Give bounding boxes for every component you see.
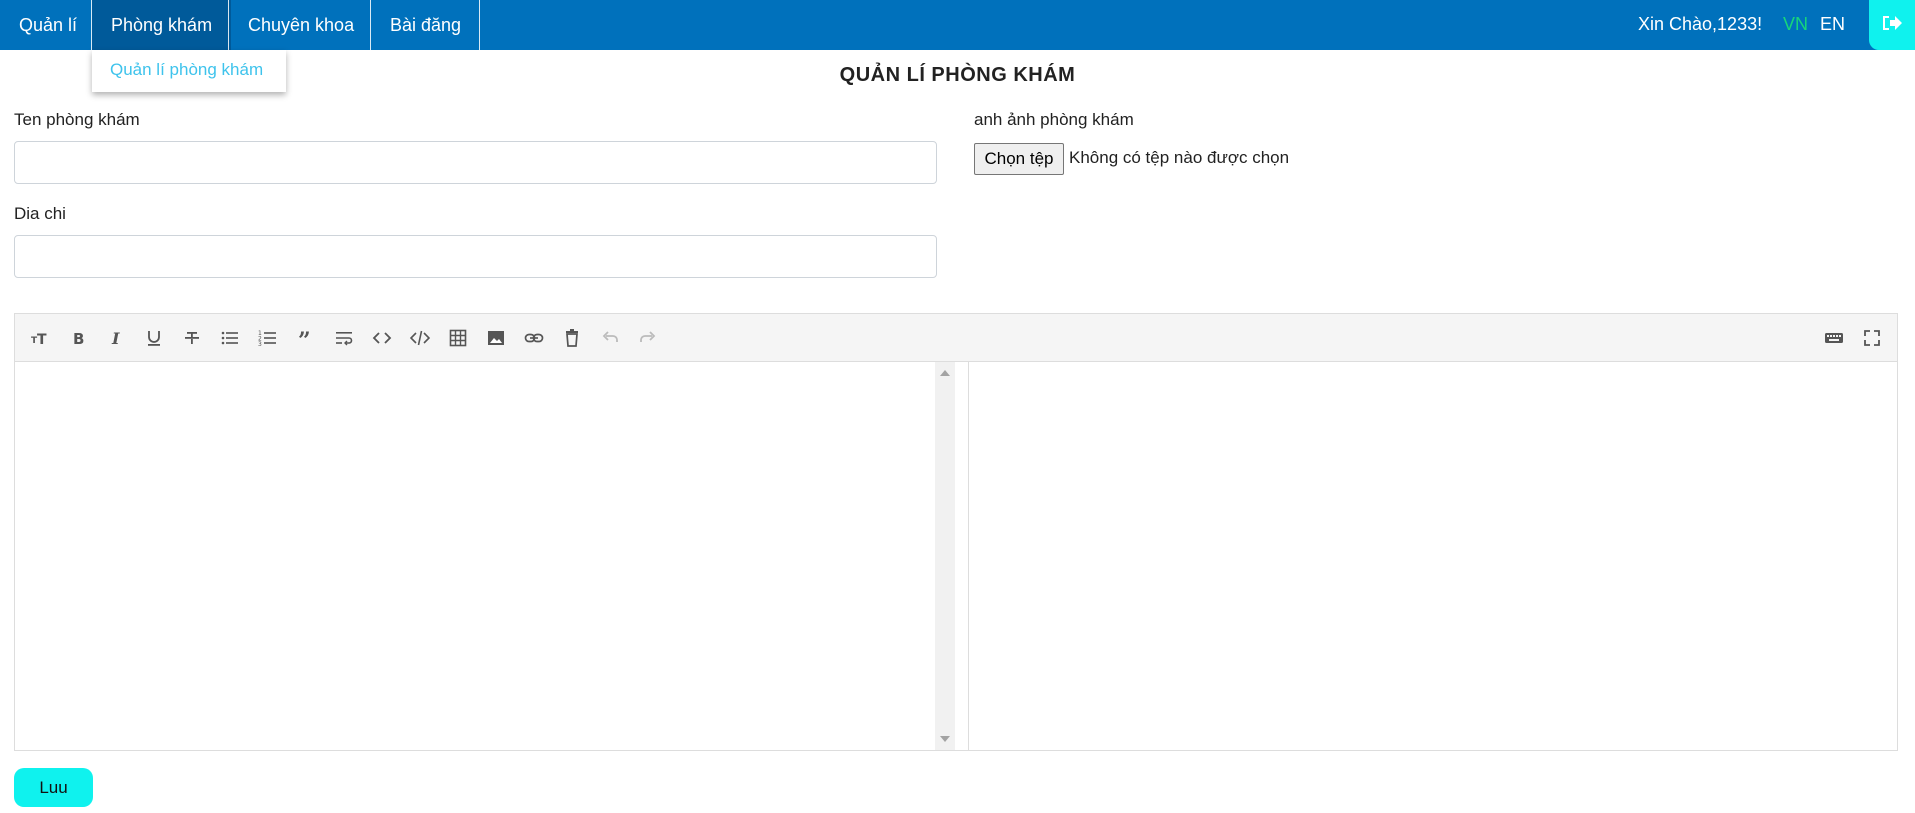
greeting-text: Xin Chào,1233!: [1638, 14, 1763, 34]
quote-icon[interactable]: ”: [295, 327, 317, 349]
ordered-list-icon[interactable]: 123: [257, 327, 279, 349]
address-label: Dia chi: [14, 204, 66, 223]
inline-code-icon[interactable]: [371, 327, 393, 349]
svg-text:”: ”: [298, 328, 311, 348]
clinic-name-input[interactable]: [14, 141, 937, 184]
bold-icon[interactable]: B: [67, 327, 89, 349]
clinic-name-label: Ten phòng khám: [14, 110, 140, 129]
scroll-up-icon[interactable]: [940, 370, 950, 376]
keyboard-icon[interactable]: [1823, 327, 1845, 349]
nav-item-phong-kham[interactable]: Phòng khám: [92, 0, 232, 50]
logout-icon: [1881, 13, 1903, 38]
file-status-text: Không có tệp nào được chọn: [1069, 148, 1290, 167]
editor-input-pane[interactable]: [15, 362, 969, 750]
scroll-down-icon[interactable]: [940, 736, 950, 742]
svg-text:B: B: [73, 330, 84, 348]
italic-icon[interactable]: I: [105, 327, 127, 349]
choose-file-button[interactable]: Chọn tệp: [974, 143, 1064, 175]
unordered-list-icon[interactable]: [219, 327, 241, 349]
image-icon[interactable]: [485, 327, 507, 349]
clear-icon[interactable]: [561, 327, 583, 349]
language-vn[interactable]: VN: [1783, 0, 1808, 50]
svg-text:I: I: [111, 329, 120, 348]
logout-button[interactable]: [1869, 0, 1915, 50]
markdown-editor: TT B I 123 ”: [14, 313, 1898, 751]
undo-icon[interactable]: [599, 327, 621, 349]
editor-toolbar: TT B I 123 ”: [15, 314, 1897, 362]
wrap-icon[interactable]: [333, 327, 355, 349]
svg-text:T: T: [37, 332, 47, 348]
table-icon[interactable]: [447, 327, 469, 349]
page-title: QUẢN LÍ PHÒNG KHÁM: [839, 64, 1076, 86]
underline-icon[interactable]: [143, 327, 165, 349]
code-block-icon[interactable]: [409, 327, 431, 349]
language-en[interactable]: EN: [1820, 0, 1845, 50]
redo-icon[interactable]: [637, 327, 659, 349]
nav-item-quan-li[interactable]: Quản lí: [0, 0, 96, 50]
address-input[interactable]: [14, 235, 937, 278]
header-icon[interactable]: TT: [29, 327, 51, 349]
save-button[interactable]: Luu: [14, 768, 93, 807]
top-navbar: Quản lí Phòng khám Chuyên khoa Bài đăng …: [0, 0, 1915, 50]
nav-item-bai-dang[interactable]: Bài đăng: [371, 0, 480, 50]
strikethrough-icon[interactable]: [181, 327, 203, 349]
clinic-image-label: anh ảnh phòng khám: [974, 110, 1134, 129]
fullscreen-icon[interactable]: [1861, 327, 1883, 349]
editor-scrollbar[interactable]: [935, 362, 955, 750]
editor-preview-pane: [970, 362, 1897, 750]
nav-divider: [479, 0, 480, 50]
link-icon[interactable]: [523, 327, 545, 349]
nav-item-chuyen-khoa[interactable]: Chuyên khoa: [229, 0, 373, 50]
svg-text:3: 3: [258, 341, 262, 348]
